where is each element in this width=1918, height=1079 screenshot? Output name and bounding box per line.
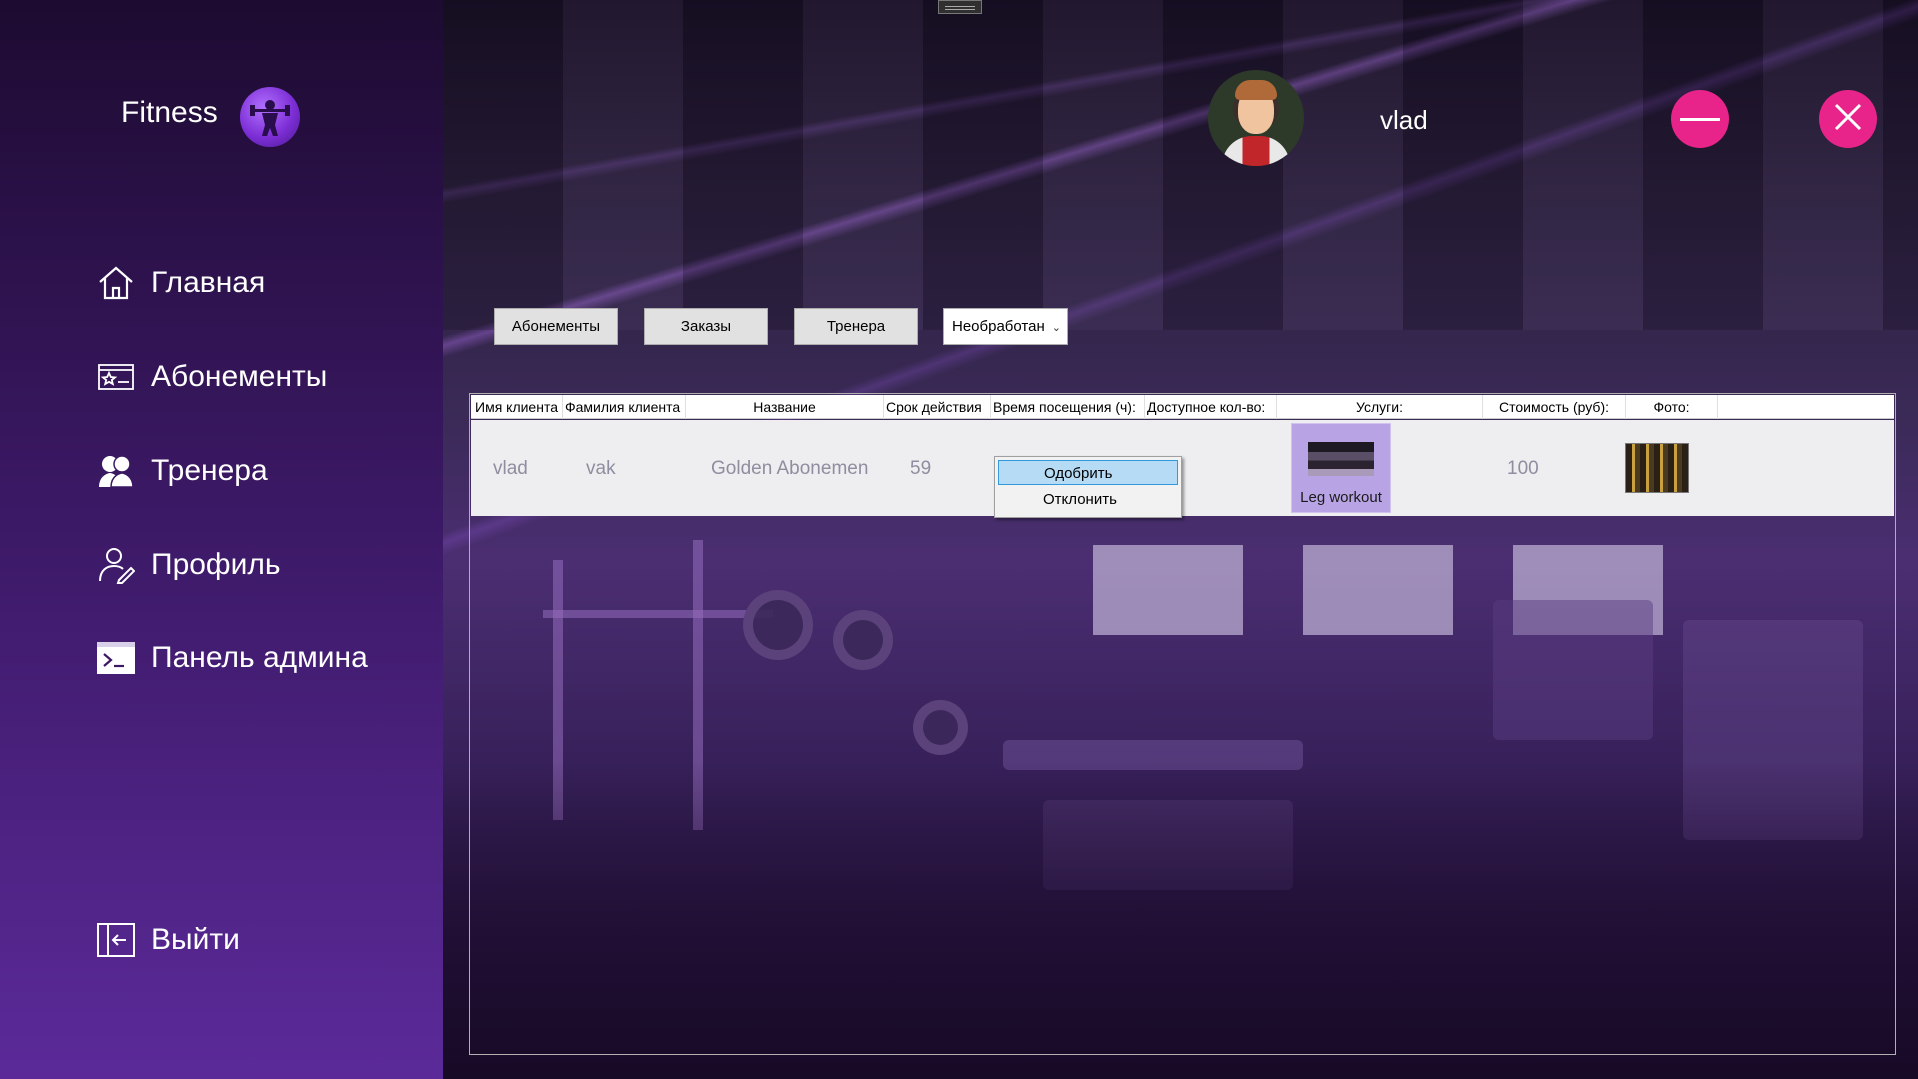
column-header[interactable]: Доступное кол-во: (1145, 395, 1277, 419)
minimize-button[interactable] (1671, 90, 1729, 148)
sidebar-item-admin-panel[interactable]: Панель админа (96, 636, 368, 680)
close-button[interactable] (1819, 90, 1877, 148)
column-header[interactable]: Фамилия клиента (563, 395, 686, 419)
sidebar-item-profile[interactable]: Профиль (96, 543, 281, 587)
status-filter-value: Необработан (952, 318, 1045, 335)
logout-icon (96, 920, 136, 960)
column-header[interactable]: Услуги: (1277, 395, 1483, 419)
sidebar-item-label: Панель админа (151, 641, 368, 674)
column-header[interactable]: Срок действия (884, 395, 991, 419)
avatar[interactable] (1208, 70, 1304, 166)
orders-tab-button[interactable]: Заказы (644, 308, 768, 345)
grid-header: Имя клиента Фамилия клиента Название Сро… (471, 395, 1894, 419)
sidebar: Fitness Главная Абонементы Тренера Профи… (0, 0, 443, 1079)
reject-menu-item[interactable]: Отклонить (998, 487, 1178, 512)
chevron-down-icon: ⌄ (1051, 322, 1061, 334)
column-header[interactable]: Время посещения (ч): (991, 395, 1145, 419)
cell-first-name: vlad (493, 458, 528, 479)
logout-button[interactable]: Выйти (96, 918, 240, 962)
brand-name: Fitness (121, 96, 218, 129)
column-header[interactable]: Название (686, 395, 884, 419)
brand-logo (240, 87, 300, 147)
home-icon (96, 263, 136, 303)
terminal-icon (96, 638, 136, 678)
sidebar-item-label: Абонементы (151, 360, 328, 393)
sidebar-item-label: Профиль (151, 548, 281, 581)
sidebar-item-subscriptions[interactable]: Абонементы (96, 355, 327, 399)
username: vlad (1380, 105, 1428, 135)
close-icon (1833, 102, 1863, 137)
trainers-tab-button[interactable]: Тренера (794, 308, 918, 345)
service-label: Leg workout (1300, 489, 1382, 506)
service-image (1308, 442, 1374, 476)
sidebar-item-label: Тренера (151, 454, 268, 487)
photo-thumbnail[interactable] (1625, 443, 1689, 493)
logout-label: Выйти (151, 923, 240, 956)
minus-icon (1680, 110, 1720, 128)
cell-subscription-name: Golden Abonemen (711, 458, 869, 479)
subscriptions-tab-button[interactable]: Абонементы (494, 308, 618, 345)
column-header[interactable]: Фото: (1626, 395, 1718, 419)
approve-menu-item[interactable]: Одобрить (998, 460, 1178, 485)
sidebar-item-label: Главная (151, 266, 266, 299)
ceiling-decor (443, 0, 1918, 330)
status-filter-select[interactable]: Необработан ⌄ (943, 308, 1068, 345)
column-header[interactable]: Имя клиента (471, 395, 563, 419)
trainers-icon (96, 451, 136, 491)
row-context-menu: Одобрить Отклонить (994, 456, 1182, 518)
column-header[interactable]: Стоимость (руб): (1483, 395, 1626, 419)
sidebar-item-trainers[interactable]: Тренера (96, 449, 268, 493)
cell-price: 100 (1507, 458, 1539, 479)
cell-duration: 59 (910, 458, 932, 479)
service-tile[interactable]: Leg workout (1291, 423, 1391, 513)
subscription-card-icon (96, 357, 136, 397)
profile-icon (96, 545, 136, 585)
drag-handle[interactable] (938, 0, 982, 14)
cell-last-name: vak (586, 458, 616, 479)
sidebar-item-home[interactable]: Главная (96, 261, 265, 305)
